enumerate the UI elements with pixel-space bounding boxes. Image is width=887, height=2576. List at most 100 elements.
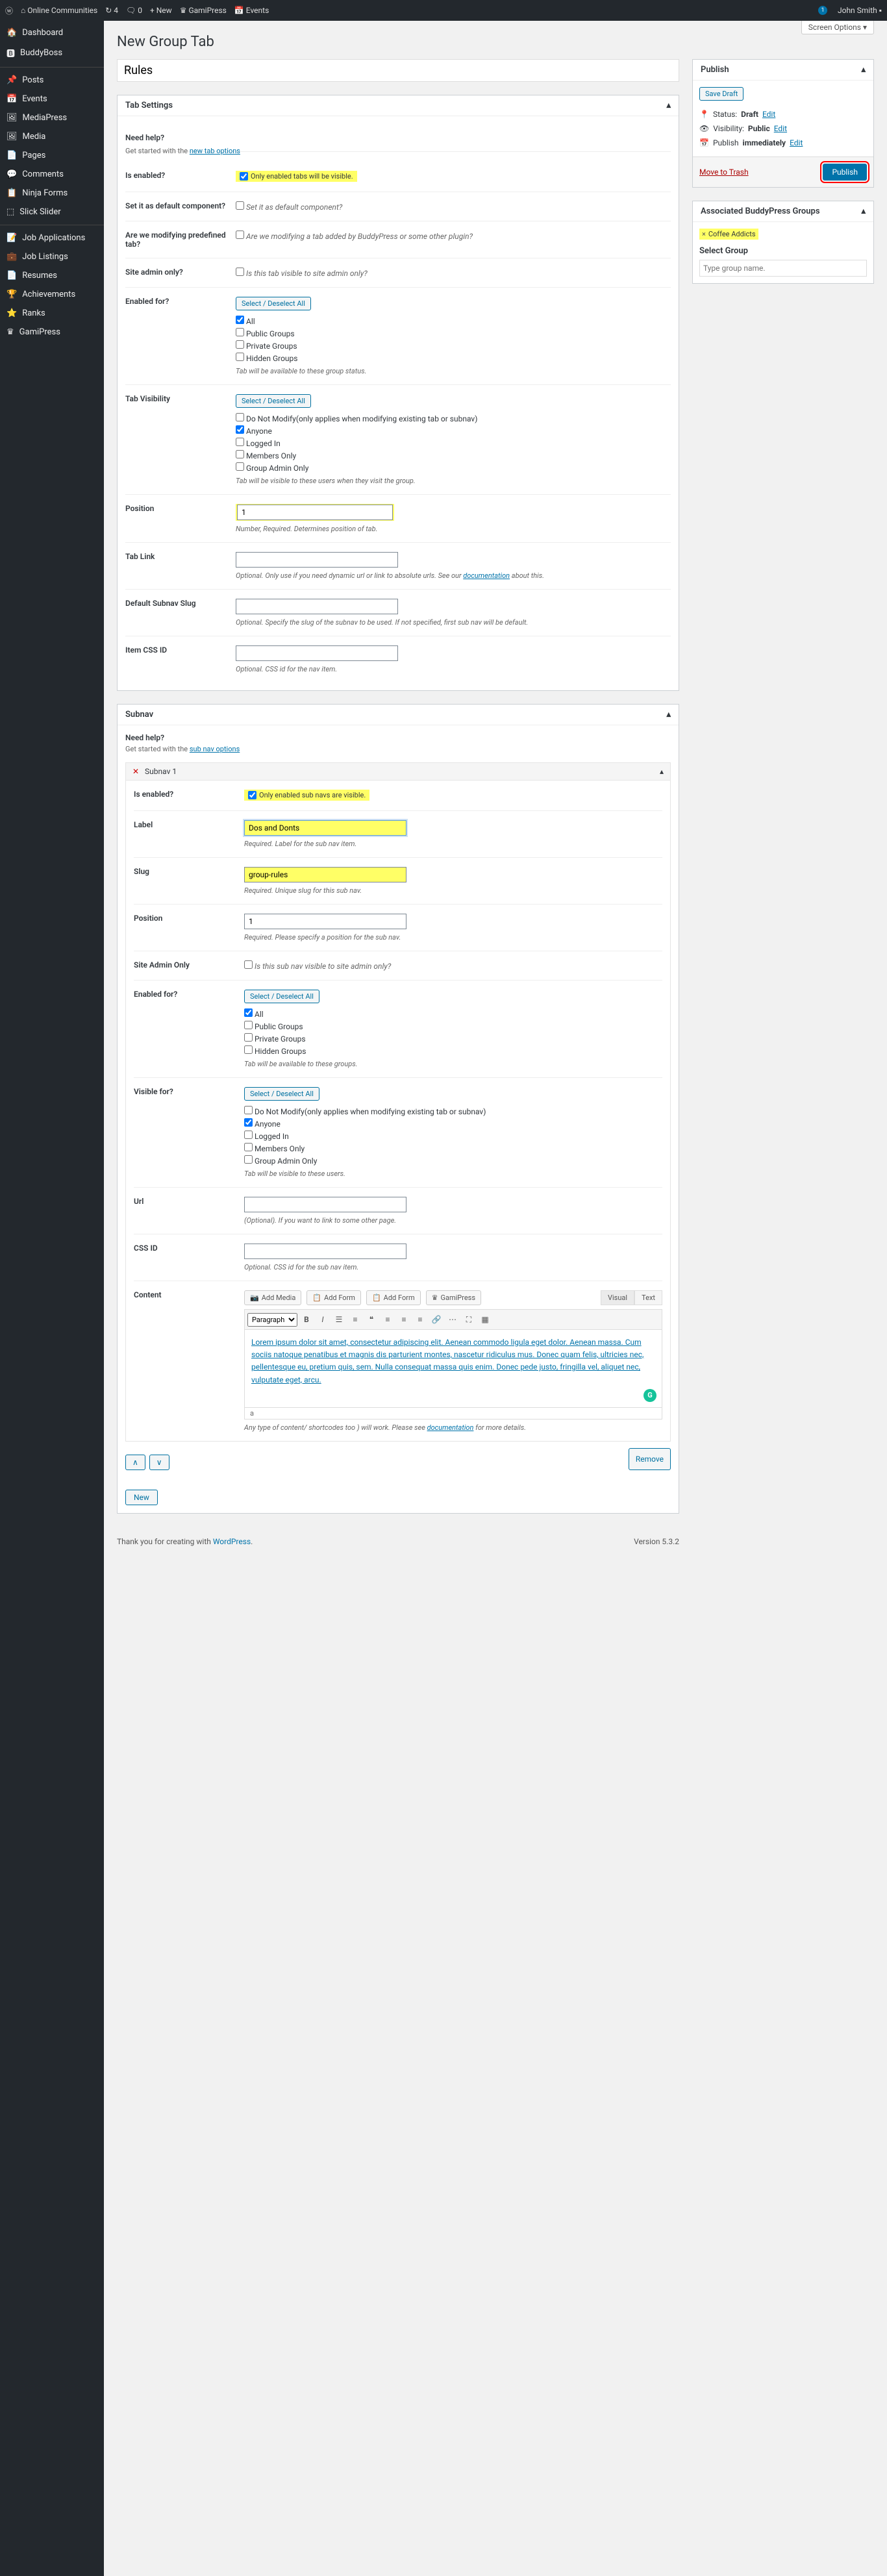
sidebar-item-dashboard[interactable]: 🏠 Dashboard — [0, 23, 104, 42]
defaultslug-input[interactable] — [236, 599, 398, 614]
default-checkbox[interactable] — [236, 201, 244, 210]
enabledfor-opt[interactable] — [236, 340, 244, 349]
tab-settings-header[interactable]: Tab Settings▴ — [118, 95, 679, 116]
fullscreen-icon[interactable]: ⛶ — [462, 1312, 476, 1327]
tablink-input[interactable] — [236, 552, 398, 568]
screen-options-tab[interactable]: Screen Options ▾ — [801, 21, 874, 34]
visual-tab[interactable]: Visual — [601, 1290, 634, 1305]
sidebar-item-jobapps[interactable]: 📝 Job Applications — [0, 229, 104, 247]
sidebar-item-mediapress[interactable]: 🖼 MediaPress — [0, 108, 104, 127]
text-tab[interactable]: Text — [634, 1290, 662, 1305]
visibility-opt[interactable] — [236, 425, 244, 434]
enabledfor-selectall[interactable]: Select / Deselect All — [236, 297, 311, 310]
sidebar-item-pages[interactable]: 📄 Pages — [0, 146, 104, 165]
visibility-opt[interactable] — [236, 462, 244, 471]
sidebar-item-buddyboss[interactable]: 🅱 BuddyBoss — [0, 42, 104, 64]
sn-url-input[interactable] — [244, 1197, 406, 1212]
add-form-button[interactable]: 📋 Add Form — [366, 1290, 421, 1305]
gamipress-button[interactable]: ♛ GamiPress — [426, 1290, 481, 1305]
sn-enabledfor-opt[interactable] — [244, 1033, 253, 1042]
site-link[interactable]: ⌂ Online Communities — [21, 6, 97, 15]
sidebar-item-achievements[interactable]: 🏆 Achievements — [0, 285, 104, 304]
add-media-button[interactable]: 📷 Add Media — [244, 1290, 301, 1305]
sn-visiblefor-opt[interactable] — [244, 1143, 253, 1151]
more-icon[interactable]: ⋯ — [445, 1312, 460, 1327]
add-form-ninja-button[interactable]: 📋 Add Form — [306, 1290, 361, 1305]
sidebar-item-gamipress[interactable]: ♛ GamiPress — [0, 323, 104, 342]
paragraph-select[interactable]: Paragraph — [247, 1313, 297, 1327]
wp-logo-icon[interactable]: ⓦ — [5, 5, 13, 16]
gamipress-link[interactable]: ♛ GamiPress — [180, 6, 227, 15]
updates-link[interactable]: ↻ 4 — [105, 6, 118, 15]
sn-visiblefor-opt[interactable] — [244, 1118, 253, 1127]
wordpress-link[interactable]: WordPress — [213, 1537, 251, 1546]
content-editor[interactable]: Lorem ipsum dolor sit amet, consectetur … — [244, 1330, 662, 1408]
publish-button[interactable]: Publish — [823, 164, 867, 181]
visibility-opt[interactable] — [236, 450, 244, 458]
sn-enabled-checkbox[interactable] — [248, 791, 256, 799]
visibility-opt[interactable] — [236, 413, 244, 421]
sn-enabledfor-btn[interactable]: Select / Deselect All — [244, 990, 319, 1003]
sidebar-item-ninjaforms[interactable]: 📋 Ninja Forms — [0, 184, 104, 203]
move-to-trash-link[interactable]: Move to Trash — [699, 168, 749, 177]
sn-label-input[interactable] — [244, 820, 406, 836]
sn-admin-checkbox[interactable] — [244, 960, 253, 969]
ol-icon[interactable]: ≡ — [348, 1312, 362, 1327]
align-right-icon[interactable]: ≡ — [413, 1312, 427, 1327]
sidebar-item-ranks[interactable]: ⭐ Ranks — [0, 304, 104, 323]
grammarly-icon[interactable]: G — [643, 1389, 656, 1402]
link-icon[interactable]: 🔗 — [429, 1312, 443, 1327]
edit-pub-link[interactable]: Edit — [790, 138, 803, 147]
save-draft-button[interactable]: Save Draft — [699, 87, 743, 101]
sn-enabledfor-opt[interactable] — [244, 1021, 253, 1029]
adminonly-checkbox[interactable] — [236, 268, 244, 276]
move-down-button[interactable]: ∨ — [149, 1455, 169, 1470]
position-input[interactable] — [237, 505, 393, 520]
sn-visiblefor-opt[interactable] — [244, 1155, 253, 1164]
new-subnav-button[interactable]: New — [125, 1490, 158, 1505]
ul-icon[interactable]: ☰ — [332, 1312, 346, 1327]
align-left-icon[interactable]: ≡ — [381, 1312, 395, 1327]
groups-header[interactable]: Associated BuddyPress Groups▴ — [693, 201, 873, 222]
italic-icon[interactable]: I — [316, 1312, 330, 1327]
sn-visiblefor-opt[interactable] — [244, 1131, 253, 1139]
sidebar-item-comments[interactable]: 💬 Comments — [0, 165, 104, 184]
sn-pos-input[interactable] — [244, 914, 406, 929]
sn-slug-input[interactable] — [244, 867, 406, 882]
visibility-selectall[interactable]: Select / Deselect All — [236, 394, 311, 408]
help-link[interactable]: new tab options — [190, 147, 240, 155]
sidebar-item-events[interactable]: 📅 Events — [0, 90, 104, 108]
enabledfor-opt[interactable] — [236, 328, 244, 336]
edit-vis-link[interactable]: Edit — [774, 124, 787, 133]
comments-link[interactable]: 🗨 0 — [126, 6, 142, 15]
sidebar-item-joblistings[interactable]: 💼 Job Listings — [0, 247, 104, 266]
quote-icon[interactable]: ❝ — [364, 1312, 379, 1327]
cssid-input[interactable] — [236, 645, 398, 661]
enabledfor-opt[interactable] — [236, 353, 244, 361]
modifying-checkbox[interactable] — [236, 231, 244, 239]
remove-group-icon[interactable]: × — [702, 230, 706, 238]
sn-cssid-input[interactable] — [244, 1244, 406, 1259]
notification-badge[interactable]: 1 — [818, 6, 827, 15]
toolbar-toggle-icon[interactable]: ▦ — [478, 1312, 492, 1327]
subnav-remove-icon[interactable]: ✕ — [132, 767, 139, 776]
sn-enabledfor-opt[interactable] — [244, 1008, 253, 1017]
sn-visiblefor-btn[interactable]: Select / Deselect All — [244, 1087, 319, 1101]
tablink-doc-link[interactable]: documentation — [463, 571, 510, 580]
group-search-input[interactable] — [699, 260, 867, 277]
events-link[interactable]: 📅 Events — [234, 6, 269, 15]
remove-button[interactable]: Remove — [629, 1448, 671, 1470]
sidebar-item-resumes[interactable]: 📄 Resumes — [0, 266, 104, 285]
enabled-checkbox[interactable] — [240, 172, 248, 181]
enabledfor-opt[interactable] — [236, 316, 244, 324]
sn-enabledfor-opt[interactable] — [244, 1045, 253, 1054]
subnav-help-link[interactable]: sub nav options — [190, 745, 240, 753]
subnav-item-header[interactable]: ✕ Subnav 1 ▴ — [125, 762, 671, 781]
title-input[interactable] — [117, 59, 679, 82]
edit-status-link[interactable]: Edit — [762, 110, 775, 119]
sidebar-item-posts[interactable]: 📌 Posts — [0, 71, 104, 90]
user-menu[interactable]: John Smith ▪ — [838, 6, 882, 15]
sn-visiblefor-opt[interactable] — [244, 1106, 253, 1114]
content-doc-link[interactable]: documentation — [427, 1423, 474, 1432]
visibility-opt[interactable] — [236, 438, 244, 446]
